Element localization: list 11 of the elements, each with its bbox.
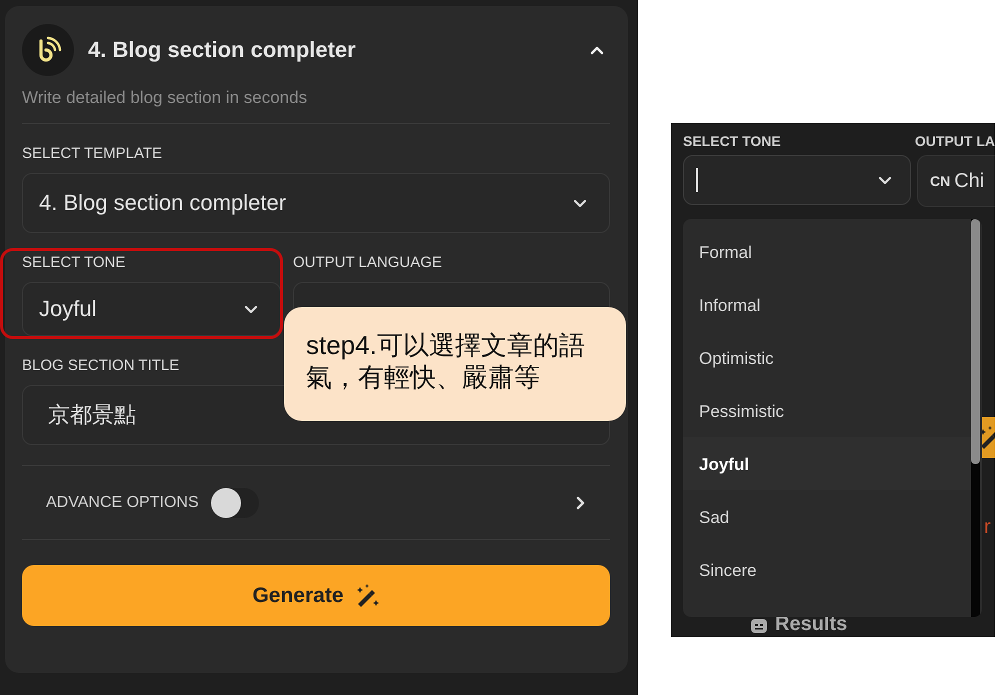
- field-label: OUTPUT LA: [914, 133, 995, 149]
- panel-subtitle: Write detailed blog section in seconds: [22, 88, 308, 108]
- field-label: SELECT TEMPLATE: [22, 146, 164, 162]
- panel-title: 4. Blog section completer: [88, 37, 357, 63]
- field-label: OUTPUT LANGUAGE: [293, 255, 443, 271]
- option-label: ADVANCE OPTIONS: [46, 494, 199, 512]
- link-text: r: [984, 516, 991, 539]
- field-label: SELECT TONE: [683, 133, 782, 149]
- field-label: SELECT TONE: [22, 255, 126, 271]
- field-label: BLOG SECTION TITLE: [22, 358, 180, 374]
- callout-tooltip: step4.可以選擇文章的語氣，有輕快、嚴肅等: [284, 307, 626, 421]
